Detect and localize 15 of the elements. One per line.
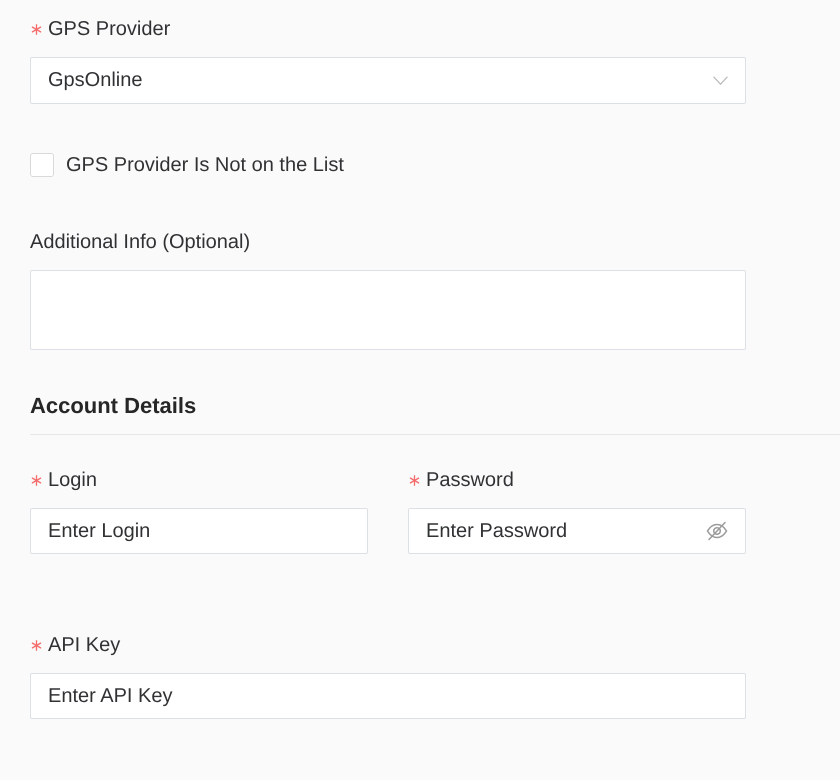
text-input[interactable]: Enter API Key xyxy=(30,673,746,719)
field-label: API Key xyxy=(48,633,120,658)
chevron-down-icon xyxy=(713,76,728,85)
field-label: Password xyxy=(426,468,514,493)
checkbox-label[interactable]: GPS Provider Is Not on the List xyxy=(66,153,344,177)
field-label: Login xyxy=(48,468,97,493)
checkbox[interactable] xyxy=(30,153,54,177)
additional-info-field[interactable] xyxy=(30,270,746,350)
text-input[interactable]: Enter Login xyxy=(30,508,368,554)
field-label: Additional Info (Optional) xyxy=(30,230,250,255)
field-label: GPS Provider xyxy=(48,17,170,42)
provider-dropdown[interactable]: GpsOnline xyxy=(30,57,746,104)
eye-slash-icon[interactable] xyxy=(706,521,728,541)
section-heading: Account Details xyxy=(30,392,196,420)
password-input[interactable]: Enter Password xyxy=(408,508,746,554)
